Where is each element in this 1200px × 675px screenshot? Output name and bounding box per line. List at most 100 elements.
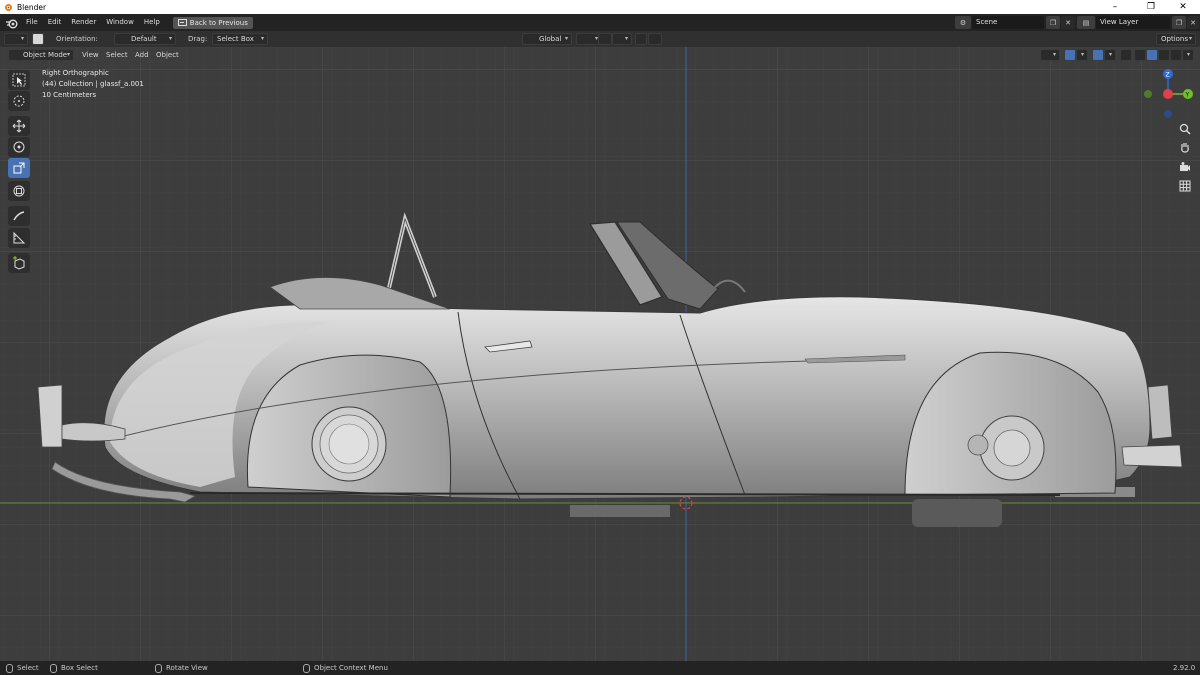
shading-solid-icon[interactable] xyxy=(1146,49,1158,61)
menu-edit[interactable]: Edit xyxy=(43,14,67,31)
viewport-menu-select[interactable]: Select xyxy=(106,47,128,63)
shading-rendered-icon[interactable] xyxy=(1170,49,1182,61)
drag-value: Select Box xyxy=(217,35,254,43)
orientation-value: Default xyxy=(131,35,157,43)
scene-selector-icon[interactable]: ⚙ xyxy=(955,16,971,29)
rotate-icon xyxy=(13,141,25,153)
shading-material-icon[interactable] xyxy=(1158,49,1170,61)
status-context-menu-label: Object Context Menu xyxy=(314,664,388,672)
transform-icon xyxy=(13,185,25,197)
drag-label: Drag: xyxy=(188,35,208,43)
gizmo-neg-z-axis[interactable] xyxy=(1164,110,1172,118)
gizmo-dropdown[interactable]: ▾ xyxy=(1076,49,1088,61)
rotate-tool[interactable] xyxy=(8,137,30,157)
shading-dropdown[interactable]: ▾ xyxy=(1182,49,1194,61)
close-icon[interactable]: ✕ xyxy=(1166,0,1200,14)
hand-icon xyxy=(1181,143,1189,153)
viewport-menu-add[interactable]: Add xyxy=(135,47,149,63)
orientation-dropdown[interactable]: Default ▾ xyxy=(114,33,176,45)
blender-app-icon xyxy=(5,4,12,11)
tool-settings-header: ▾ Orientation: Default ▾ Drag: Select Box… xyxy=(0,31,1200,47)
scene-copy-icon[interactable]: ❐ xyxy=(1046,16,1060,29)
mouse-left-icon xyxy=(6,663,13,673)
grid-icon xyxy=(1179,180,1191,192)
screen-back-icon xyxy=(177,19,187,26)
status-rotate-view-label: Rotate View xyxy=(166,664,208,672)
camera-icon xyxy=(1180,162,1190,171)
options-label: Options xyxy=(1161,35,1189,43)
minimize-icon[interactable]: – xyxy=(1098,0,1132,14)
options-dropdown[interactable]: Options ▾ xyxy=(1156,33,1196,45)
xray-toggle-icon[interactable] xyxy=(1120,49,1132,61)
magnifier-icon xyxy=(1179,123,1191,135)
gizmo-toggle-icon[interactable] xyxy=(1064,49,1076,61)
snap-target-dropdown[interactable]: ▾ xyxy=(612,33,632,45)
visibility-dropdown[interactable]: ▾ xyxy=(1040,49,1060,61)
add-cube-icon xyxy=(13,256,25,270)
move-tool[interactable] xyxy=(8,116,30,136)
cursor-tool[interactable] xyxy=(8,91,30,111)
top-bar: File Edit Render Window Help Back to Pre… xyxy=(0,14,1200,31)
gizmo-z-label: Z xyxy=(1166,72,1170,79)
add-cube-tool[interactable] xyxy=(8,253,30,273)
menu-window[interactable]: Window xyxy=(101,14,139,31)
active-tool-icon[interactable] xyxy=(32,33,44,45)
mouse-middle-icon xyxy=(155,663,162,673)
status-box-select: Box Select xyxy=(50,661,98,675)
proportional-editing-icon[interactable] xyxy=(635,33,647,45)
scale-icon xyxy=(13,162,25,174)
version-text: 2.92.0 xyxy=(1173,664,1196,672)
gizmo-neg-y-axis[interactable] xyxy=(1144,90,1152,98)
proportional-falloff-icon[interactable] xyxy=(648,33,662,45)
viewport-header: Object Mode ▾ View Select Add Object ▾ ▾ … xyxy=(0,47,1200,63)
ruler-icon xyxy=(13,231,26,244)
overlay-dropdown[interactable]: ▾ xyxy=(1104,49,1116,61)
mode-dropdown[interactable]: Object Mode ▾ xyxy=(8,49,74,61)
toggle-perspective-button[interactable] xyxy=(1176,177,1194,195)
select-box-tool[interactable] xyxy=(8,70,30,90)
overlay-toggle-icon[interactable] xyxy=(1092,49,1104,61)
drag-dropdown[interactable]: Select Box ▾ xyxy=(212,33,268,45)
status-rotate-view: Rotate View xyxy=(155,661,208,675)
window-title: Blender xyxy=(17,2,47,12)
blender-logo-icon[interactable] xyxy=(5,17,19,29)
menu-help[interactable]: Help xyxy=(139,14,165,31)
3d-viewport[interactable]: Z Y Object Mode ▾ View Select Add Object … xyxy=(0,47,1200,661)
viewport-grid: Z Y xyxy=(0,47,1200,661)
scene-name-field[interactable]: Scene xyxy=(972,16,1044,29)
scene-remove-icon[interactable]: ✕ xyxy=(1061,16,1075,29)
camera-view-button[interactable] xyxy=(1176,158,1194,176)
view-layer-copy-icon[interactable]: ❐ xyxy=(1172,16,1186,29)
window-titlebar: Blender – ❐ ✕ xyxy=(0,0,1200,14)
back-to-previous-button[interactable]: Back to Previous xyxy=(172,16,253,29)
transform-tool[interactable] xyxy=(8,181,30,201)
scale-tool[interactable] xyxy=(8,158,30,178)
cursor-select-icon xyxy=(12,73,26,87)
editor-type-dropdown[interactable]: ▾ xyxy=(4,33,28,45)
orientation-label: Orientation: xyxy=(56,35,98,43)
collection-text: (44) Collection | glassf_a.001 xyxy=(42,80,144,88)
pan-view-button[interactable] xyxy=(1176,138,1194,156)
view-layer-remove-icon[interactable]: ✕ xyxy=(1187,16,1199,29)
mode-value: Object Mode xyxy=(23,51,68,59)
back-to-previous-label: Back to Previous xyxy=(189,18,248,27)
measure-tool[interactable] xyxy=(8,228,30,248)
view-layer-name-field[interactable]: View Layer xyxy=(1096,16,1170,29)
annotate-pencil-icon xyxy=(13,211,25,221)
transform-orientation-dropdown[interactable]: Global ▾ xyxy=(522,33,572,45)
view-name-text: Right Orthographic xyxy=(42,69,109,77)
snap-toggle-icon[interactable] xyxy=(598,33,612,45)
gizmo-x-axis[interactable] xyxy=(1163,89,1173,99)
mouse-right-icon xyxy=(303,663,310,673)
zoom-view-button[interactable] xyxy=(1176,120,1194,138)
menu-render[interactable]: Render xyxy=(66,14,101,31)
maximize-icon[interactable]: ❐ xyxy=(1134,0,1168,14)
move-arrows-icon xyxy=(12,119,26,133)
viewport-menu-object[interactable]: Object xyxy=(156,47,179,63)
shading-wireframe-icon[interactable] xyxy=(1134,49,1146,61)
annotate-tool[interactable] xyxy=(8,206,30,226)
viewport-menu-view[interactable]: View xyxy=(82,47,99,63)
view-layer-selector-icon[interactable]: ▤ xyxy=(1077,16,1095,29)
status-select-label: Select xyxy=(17,664,39,672)
menu-file[interactable]: File xyxy=(21,14,43,31)
